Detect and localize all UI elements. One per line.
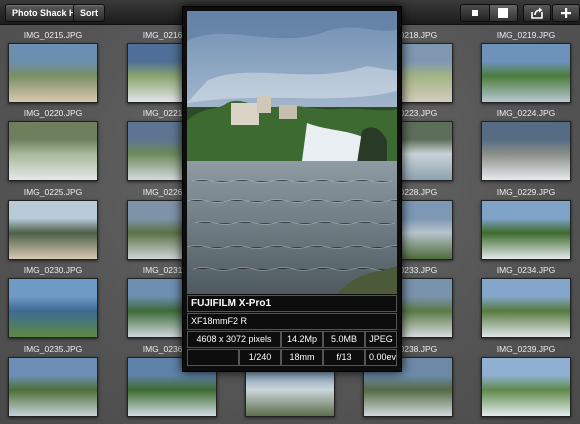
thumbnail-image[interactable] bbox=[481, 121, 571, 181]
focal-length: 18mm bbox=[281, 349, 323, 366]
thumbnail-filename: IMG_0220.JPG bbox=[23, 108, 83, 118]
photo-preview-panel[interactable]: FUJIFILM X-Pro1 XF18mmF2 R 4608 x 3072 p… bbox=[182, 6, 402, 372]
thumbnail-filename: IMG_0234.JPG bbox=[496, 265, 556, 275]
sort-button[interactable]: Sort bbox=[73, 4, 105, 22]
shutter-speed: 1/240 bbox=[239, 349, 281, 366]
large-thumbnail-icon bbox=[498, 8, 509, 18]
preview-photo[interactable] bbox=[187, 11, 397, 294]
thumbnail-filename: IMG_0224.JPG bbox=[496, 108, 556, 118]
small-thumbnail-icon bbox=[471, 10, 478, 16]
thumbnail-image[interactable] bbox=[8, 357, 98, 417]
image-dimensions: 4608 x 3072 pixels bbox=[187, 331, 281, 348]
thumbnail-image[interactable] bbox=[8, 278, 98, 338]
thumbnail-filename: IMG_0239.JPG bbox=[496, 344, 556, 354]
thumbnail-image[interactable] bbox=[481, 200, 571, 260]
megapixels: 14.2Mp bbox=[281, 331, 323, 348]
thumbnail-filename: IMG_0219.JPG bbox=[496, 30, 556, 40]
small-thumbnail-button[interactable] bbox=[461, 5, 490, 21]
file-format: JPEG bbox=[365, 331, 397, 348]
thumbnail-filename: IMG_0215.JPG bbox=[23, 30, 83, 40]
add-button[interactable] bbox=[552, 4, 580, 22]
thumbnail-size-toggle[interactable] bbox=[460, 4, 518, 22]
share-icon bbox=[531, 7, 543, 19]
file-size: 5.0MB bbox=[323, 331, 365, 348]
camera-model: FUJIFILM X-Pro1 bbox=[187, 295, 397, 312]
thumbnail-filename: IMG_0229.JPG bbox=[496, 187, 556, 197]
thumbnail-filename: IMG_0230.JPG bbox=[23, 265, 83, 275]
thumbnail-image[interactable] bbox=[481, 357, 571, 417]
thumbnail-image[interactable] bbox=[8, 121, 98, 181]
add-icon bbox=[561, 8, 571, 18]
aperture: f/13 bbox=[323, 349, 365, 366]
thumbnail-image[interactable] bbox=[8, 200, 98, 260]
thumbnail-filename: IMG_0225.JPG bbox=[23, 187, 83, 197]
thumbnail-image[interactable] bbox=[481, 278, 571, 338]
empty-info-cell bbox=[187, 349, 239, 366]
exposure-compensation: 0.00ev bbox=[365, 349, 397, 366]
thumbnail-image[interactable] bbox=[8, 43, 98, 103]
lens-model: XF18mmF2 R bbox=[187, 313, 397, 330]
share-button[interactable] bbox=[523, 4, 551, 22]
thumbnail-filename: IMG_0235.JPG bbox=[23, 344, 83, 354]
thumbnail-image[interactable] bbox=[481, 43, 571, 103]
large-thumbnail-button[interactable] bbox=[489, 5, 517, 21]
